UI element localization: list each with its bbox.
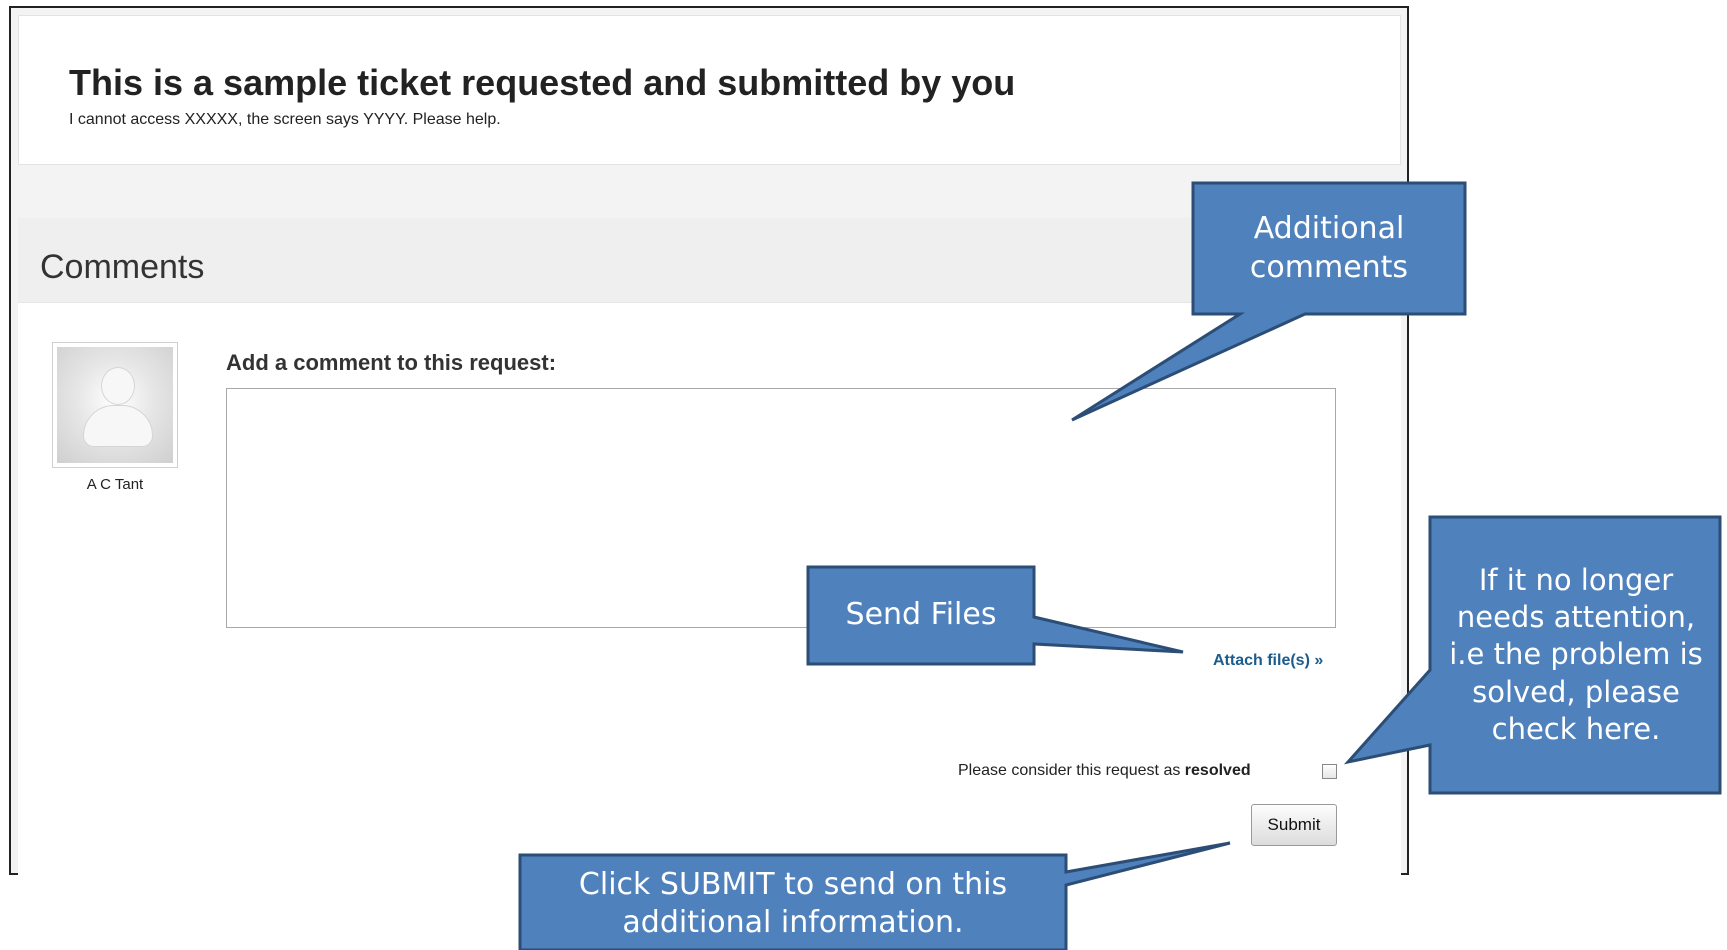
callout-shapes	[518, 181, 1722, 950]
callout-submit-hint: Click SUBMIT to send on this additional …	[578, 866, 1008, 940]
callout-send-files: Send Files	[845, 597, 997, 633]
callout-resolved-hint: If it no longer needs attention, i.e the…	[1449, 563, 1703, 746]
callout-additional-comments: Additional comments	[1249, 211, 1409, 285]
